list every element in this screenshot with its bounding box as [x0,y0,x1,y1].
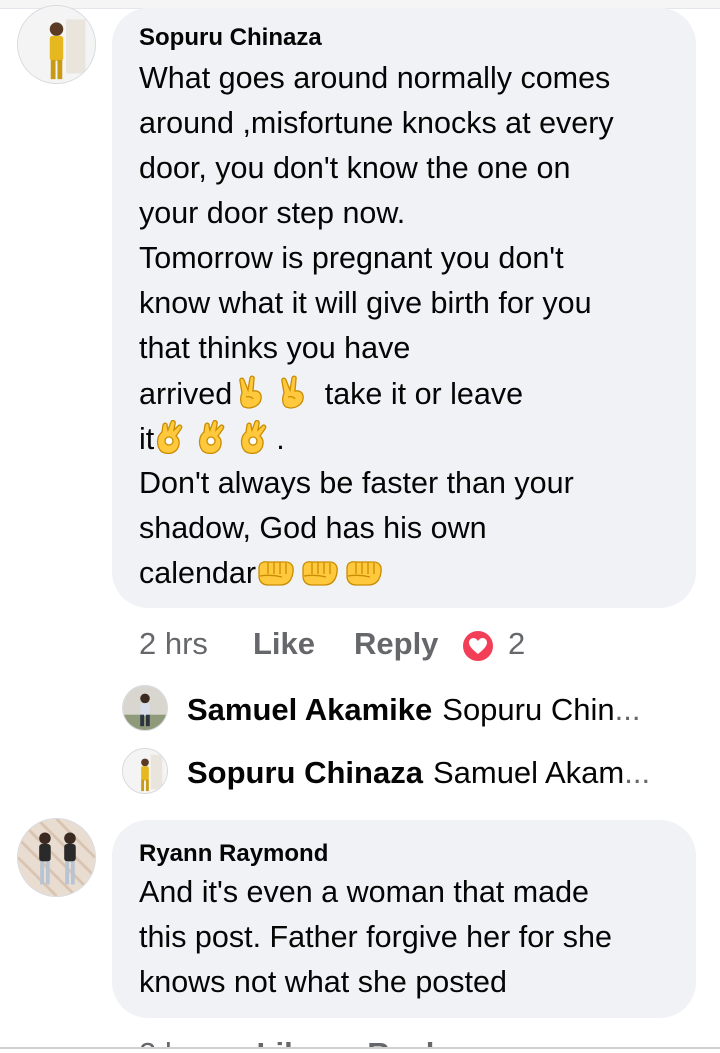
comment-text-line: it. [139,419,285,462]
comment-text-line: Tomorrow is pregnant you don't [139,241,564,275]
ok-hand-icon [154,419,186,462]
comment-text-line: door, you don't know the one on [139,151,571,185]
reply-preview[interactable]: Sopuru Chinaza Samuel Akam... [187,755,650,791]
reply-ellipsis: ... [614,692,641,727]
reply-author[interactable]: Samuel Akamike [187,692,432,727]
comment-text-line: this post. Father forgive her for she [139,920,612,954]
comment-text-line: knows not what she posted [139,965,507,999]
comment-text-line: arrived take it or leave [139,375,523,417]
reply-ellipsis: ... [624,755,651,790]
avatar-photo-icon [123,686,167,730]
comment-text-line: your door step now. [139,196,406,230]
comments-page: Sopuru Chinaza What goes around normally… [0,0,720,1053]
avatar[interactable] [17,5,96,84]
comment-text-fragment: arrived [139,377,233,411]
comment-text-line: around ,misfortune knocks at every [139,106,614,140]
reply-avatar[interactable] [122,685,168,731]
comment-text-line: that thinks you have [139,331,411,365]
reaction-count[interactable]: 2 [508,626,525,662]
reply-text: Samuel Akam [432,755,625,790]
oncoming-fist-icon [300,558,340,596]
avatar-photo-icon [123,749,167,793]
heart-reaction-icon[interactable] [461,629,495,671]
bottom-divider [0,1047,720,1053]
comment-text-fragment: it [139,422,155,456]
comment-author[interactable]: Ryann Raymond [139,840,328,868]
comment-text-fragment: . [276,422,285,456]
like-button[interactable]: Like [253,626,315,662]
oncoming-fist-icon [256,558,296,596]
comment-text-fragment: take it or leave [324,377,524,411]
oncoming-fist-icon [344,558,384,596]
comment-text-line: Don't always be faster than your [139,466,574,500]
reply-button[interactable]: Reply [354,626,438,662]
ok-hand-icon [196,419,228,462]
reply-avatar[interactable] [122,748,168,794]
victory-hand-icon [236,375,268,417]
comment-text-fragment: calendar [139,556,256,590]
avatar-photo-icon [18,6,95,83]
comment-text-line: And it's even a woman that made [139,875,590,909]
reply-preview[interactable]: Samuel Akamike Sopuru Chin... [187,692,640,728]
reply-text: Sopuru Chin [442,692,615,727]
comment-author[interactable]: Sopuru Chinaza [139,24,322,52]
victory-hand-icon [278,375,310,417]
comment-text-line: know what it will give birth for you [139,286,592,320]
comment-text-line: What goes around normally comes [139,61,611,95]
avatar[interactable] [17,818,96,897]
comment-text-line: calendar [139,555,384,596]
reply-author[interactable]: Sopuru Chinaza [187,755,423,790]
comment-text-line: shadow, God has his own [139,511,487,545]
ok-hand-icon [238,419,270,462]
comment-timestamp[interactable]: 2 hrs [139,626,208,662]
avatar-photo-icon [18,819,95,896]
